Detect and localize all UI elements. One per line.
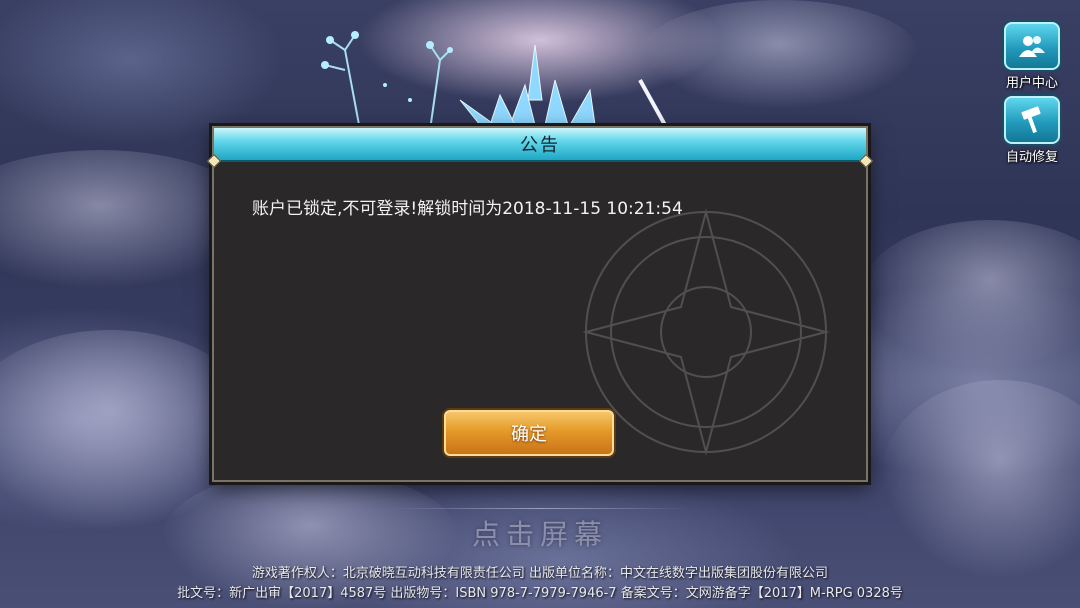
background-cloud [640, 0, 920, 110]
game-screen[interactable]: 用户中心 自动修复 公告 账户已锁定,不可登录!解锁时间为2018-11-15 … [0, 0, 1080, 608]
hammer-icon [1004, 96, 1060, 144]
confirm-button-label: 确定 [511, 424, 547, 445]
copyright-line: 游戏著作权人：北京破晓互动科技有限责任公司 出版单位名称：中文在线数字出版集团股… [251, 566, 829, 581]
approval-line: 批文号：新广出审【2017】4587号 出版物号：ISBN 978-7-7979… [177, 586, 903, 601]
confirm-button[interactable]: 确定 [444, 410, 614, 456]
dialog-title: 公告 [520, 135, 560, 156]
tap-screen-prompt[interactable]: 点击屏幕 [0, 513, 1080, 553]
users-icon [1004, 22, 1060, 70]
auto-repair-label: 自动修复 [1005, 150, 1058, 165]
divider [390, 508, 690, 509]
lock-message: 账户已锁定,不可登录!解锁时间为2018-11-15 10:21:54 [252, 199, 683, 219]
auto-repair-button[interactable]: 自动修复 [1002, 96, 1062, 165]
notice-dialog: 公告 账户已锁定,不可登录!解锁时间为2018-11-15 10:21:54 确… [206, 126, 874, 482]
user-center-label: 用户中心 [1005, 76, 1058, 91]
crystal-artwork [321, 31, 667, 131]
dialog-header: 公告 [214, 128, 866, 162]
user-center-button[interactable]: 用户中心 [1002, 22, 1062, 91]
background-cloud [860, 220, 1080, 370]
